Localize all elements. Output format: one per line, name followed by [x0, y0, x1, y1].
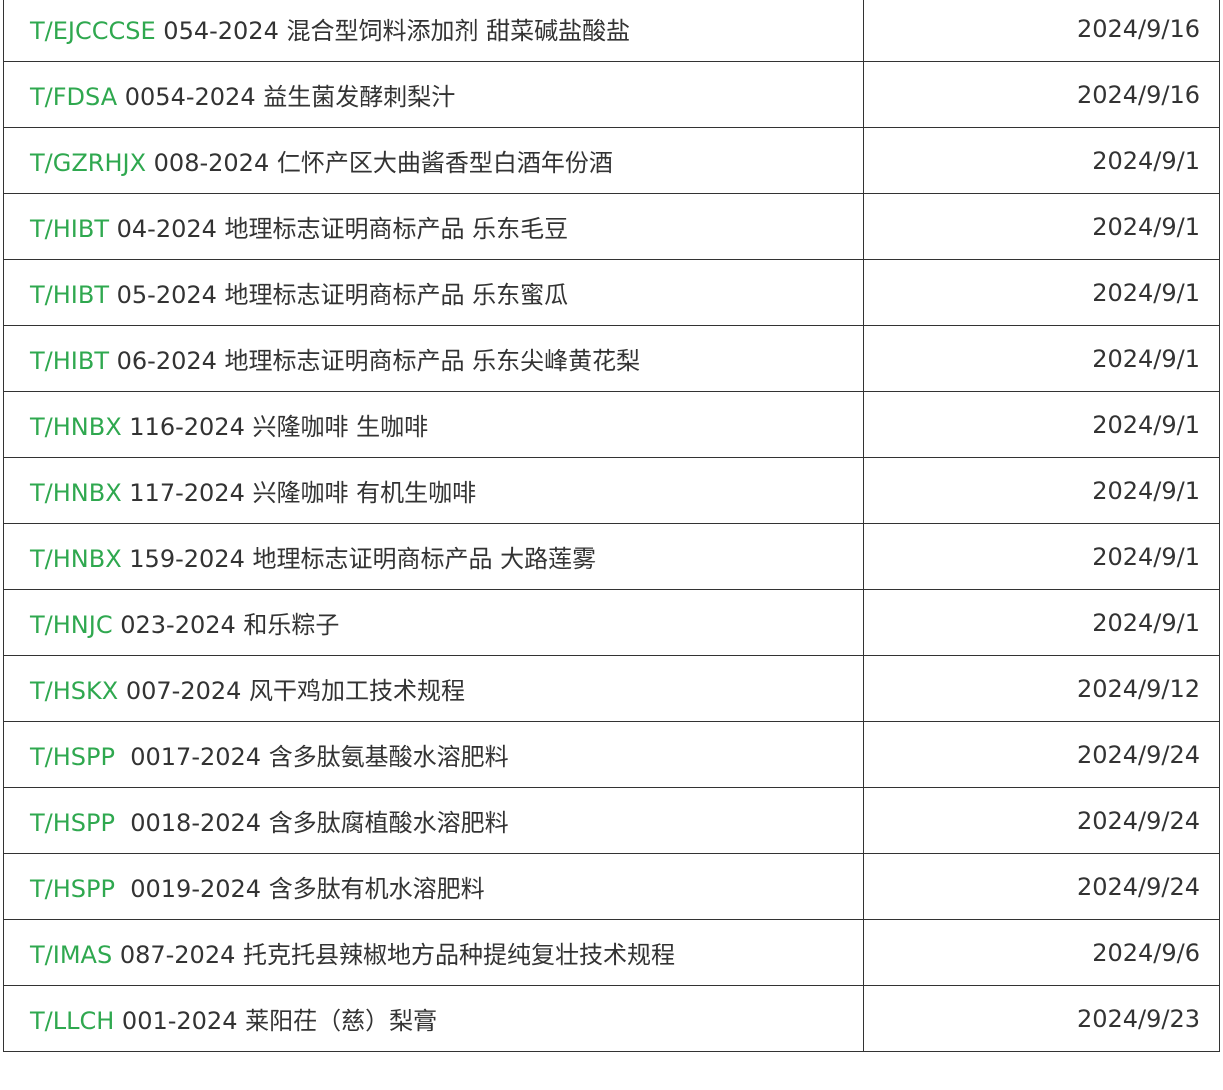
- standard-title-cell: T/GZRHJX 008-2024 仁怀产区大曲酱香型白酒年份酒: [3, 127, 864, 194]
- standard-title-cell: T/FDSA 0054-2024 益生菌发酵刺梨汁: [3, 61, 864, 128]
- standard-date: 2024/9/12: [1076, 674, 1200, 703]
- standard-date-cell: 2024/9/23: [863, 985, 1220, 1052]
- standard-code-link[interactable]: T/HIBT: [30, 215, 109, 243]
- standard-date: 2024/9/24: [1076, 872, 1200, 901]
- standard-date-cell: 2024/9/16: [863, 61, 1220, 128]
- standard-name: 0017-2024 含多肽氨基酸水溶肥料: [114, 743, 509, 771]
- standard-name: 06-2024 地理标志证明商标产品 乐东尖峰黄花梨: [109, 347, 641, 375]
- standard-date: 2024/9/1: [1092, 146, 1200, 175]
- standard-name: 0054-2024 益生菌发酵刺梨汁: [117, 83, 456, 111]
- standard-name: 054-2024 混合型饲料添加剂 甜菜碱盐酸盐: [155, 17, 631, 45]
- standards-table-body: T/EJCCCSE 054-2024 混合型饲料添加剂 甜菜碱盐酸盐 2024/…: [3, 0, 1220, 1052]
- standard-name: 04-2024 地理标志证明商标产品 乐东毛豆: [109, 215, 569, 243]
- standard-code-link[interactable]: T/HNBX: [30, 479, 122, 507]
- standard-title-cell: T/HSPP 0018-2024 含多肽腐植酸水溶肥料: [3, 787, 864, 854]
- standard-date-cell: 2024/9/24: [863, 853, 1220, 920]
- standard-name: 087-2024 托克托县辣椒地方品种提纯复壮技术规程: [112, 941, 675, 969]
- table-row: T/HNBX 116-2024 兴隆咖啡 生咖啡 2024/9/1: [3, 391, 1220, 458]
- standard-date-cell: 2024/9/1: [863, 457, 1220, 524]
- standard-date: 2024/9/24: [1076, 806, 1200, 835]
- standard-code-link[interactable]: T/EJCCCSE: [30, 17, 156, 45]
- standard-date: 2024/9/1: [1092, 476, 1200, 505]
- standard-code-link[interactable]: T/HSKX: [30, 677, 118, 705]
- standard-date-cell: 2024/9/24: [863, 721, 1220, 788]
- table-row: T/IMAS 087-2024 托克托县辣椒地方品种提纯复壮技术规程 2024/…: [3, 919, 1220, 986]
- standard-name: 023-2024 和乐粽子: [112, 611, 340, 639]
- standard-title-cell: T/HIBT 04-2024 地理标志证明商标产品 乐东毛豆: [3, 193, 864, 260]
- standard-name: 159-2024 地理标志证明商标产品 大路莲雾: [121, 545, 597, 573]
- table-row: T/GZRHJX 008-2024 仁怀产区大曲酱香型白酒年份酒 2024/9/…: [3, 127, 1220, 194]
- table-row: T/HNJC 023-2024 和乐粽子 2024/9/1: [3, 589, 1220, 656]
- standard-date: 2024/9/1: [1092, 344, 1200, 373]
- standard-code-link[interactable]: T/IMAS: [30, 941, 112, 969]
- standard-name: 117-2024 兴隆咖啡 有机生咖啡: [121, 479, 477, 507]
- standard-code-link[interactable]: T/HSPP: [30, 875, 115, 903]
- standard-name: 001-2024 莱阳茌（慈）梨膏: [114, 1007, 438, 1035]
- standard-date: 2024/9/1: [1092, 542, 1200, 571]
- standard-date: 2024/9/1: [1092, 608, 1200, 637]
- standard-date: 2024/9/23: [1076, 1004, 1200, 1033]
- standard-date: 2024/9/24: [1076, 740, 1200, 769]
- standard-name: 007-2024 风干鸡加工技术规程: [118, 677, 466, 705]
- standard-title-cell: T/HIBT 05-2024 地理标志证明商标产品 乐东蜜瓜: [3, 259, 864, 326]
- standards-table: T/EJCCCSE 054-2024 混合型饲料添加剂 甜菜碱盐酸盐 2024/…: [3, 0, 1220, 1052]
- table-row: T/HNBX 117-2024 兴隆咖啡 有机生咖啡 2024/9/1: [3, 457, 1220, 524]
- standard-date: 2024/9/1: [1092, 278, 1200, 307]
- standard-code-link[interactable]: T/HNBX: [30, 545, 122, 573]
- standard-code-link[interactable]: T/GZRHJX: [30, 149, 146, 177]
- table-row: T/HNBX 159-2024 地理标志证明商标产品 大路莲雾 2024/9/1: [3, 523, 1220, 590]
- standard-date-cell: 2024/9/1: [863, 589, 1220, 656]
- standard-code-link[interactable]: T/LLCH: [30, 1007, 114, 1035]
- table-row: T/HIBT 06-2024 地理标志证明商标产品 乐东尖峰黄花梨 2024/9…: [3, 325, 1220, 392]
- standard-code-link[interactable]: T/HSPP: [30, 809, 115, 837]
- standard-title-cell: T/HSKX 007-2024 风干鸡加工技术规程: [3, 655, 864, 722]
- table-row: T/EJCCCSE 054-2024 混合型饲料添加剂 甜菜碱盐酸盐 2024/…: [3, 0, 1220, 62]
- standard-date: 2024/9/6: [1092, 938, 1200, 967]
- standard-title-cell: T/LLCH 001-2024 莱阳茌（慈）梨膏: [3, 985, 864, 1052]
- standard-date: 2024/9/16: [1076, 80, 1200, 109]
- table-row: T/LLCH 001-2024 莱阳茌（慈）梨膏 2024/9/23: [3, 985, 1220, 1052]
- standard-name: 008-2024 仁怀产区大曲酱香型白酒年份酒: [146, 149, 613, 177]
- standard-code-link[interactable]: T/HIBT: [30, 281, 109, 309]
- table-row: T/FDSA 0054-2024 益生菌发酵刺梨汁 2024/9/16: [3, 61, 1220, 128]
- standard-title-cell: T/EJCCCSE 054-2024 混合型饲料添加剂 甜菜碱盐酸盐: [3, 0, 864, 62]
- table-row: T/HIBT 04-2024 地理标志证明商标产品 乐东毛豆 2024/9/1: [3, 193, 1220, 260]
- standard-code-link[interactable]: T/HNJC: [30, 611, 113, 639]
- standard-date-cell: 2024/9/1: [863, 325, 1220, 392]
- standard-date-cell: 2024/9/24: [863, 787, 1220, 854]
- standard-name: 05-2024 地理标志证明商标产品 乐东蜜瓜: [109, 281, 569, 309]
- standard-title-cell: T/HNBX 159-2024 地理标志证明商标产品 大路莲雾: [3, 523, 864, 590]
- standard-title-cell: T/HSPP 0017-2024 含多肽氨基酸水溶肥料: [3, 721, 864, 788]
- standard-date-cell: 2024/9/16: [863, 0, 1220, 62]
- standard-date-cell: 2024/9/6: [863, 919, 1220, 986]
- standard-code-link[interactable]: T/FDSA: [30, 83, 117, 111]
- table-row: T/HSPP 0019-2024 含多肽有机水溶肥料 2024/9/24: [3, 853, 1220, 920]
- standard-name: 116-2024 兴隆咖啡 生咖啡: [121, 413, 429, 441]
- standard-date: 2024/9/1: [1092, 212, 1200, 241]
- table-row: T/HIBT 05-2024 地理标志证明商标产品 乐东蜜瓜 2024/9/1: [3, 259, 1220, 326]
- standard-date-cell: 2024/9/1: [863, 193, 1220, 260]
- standard-date-cell: 2024/9/1: [863, 259, 1220, 326]
- standard-code-link[interactable]: T/HIBT: [30, 347, 109, 375]
- standard-date-cell: 2024/9/1: [863, 127, 1220, 194]
- table-row: T/HSPP 0017-2024 含多肽氨基酸水溶肥料 2024/9/24: [3, 721, 1220, 788]
- standard-code-link[interactable]: T/HSPP: [30, 743, 115, 771]
- standard-date-cell: 2024/9/1: [863, 523, 1220, 590]
- standard-name: 0018-2024 含多肽腐植酸水溶肥料: [114, 809, 509, 837]
- standard-title-cell: T/HNJC 023-2024 和乐粽子: [3, 589, 864, 656]
- standard-date: 2024/9/16: [1076, 14, 1200, 43]
- standard-date-cell: 2024/9/12: [863, 655, 1220, 722]
- standard-title-cell: T/HSPP 0019-2024 含多肽有机水溶肥料: [3, 853, 864, 920]
- standard-code-link[interactable]: T/HNBX: [30, 413, 122, 441]
- standard-title-cell: T/HIBT 06-2024 地理标志证明商标产品 乐东尖峰黄花梨: [3, 325, 864, 392]
- standard-date: 2024/9/1: [1092, 410, 1200, 439]
- table-row: T/HSPP 0018-2024 含多肽腐植酸水溶肥料 2024/9/24: [3, 787, 1220, 854]
- standard-title-cell: T/HNBX 116-2024 兴隆咖啡 生咖啡: [3, 391, 864, 458]
- standard-name: 0019-2024 含多肽有机水溶肥料: [114, 875, 485, 903]
- standard-date-cell: 2024/9/1: [863, 391, 1220, 458]
- standard-title-cell: T/HNBX 117-2024 兴隆咖啡 有机生咖啡: [3, 457, 864, 524]
- standard-title-cell: T/IMAS 087-2024 托克托县辣椒地方品种提纯复壮技术规程: [3, 919, 864, 986]
- table-row: T/HSKX 007-2024 风干鸡加工技术规程 2024/9/12: [3, 655, 1220, 722]
